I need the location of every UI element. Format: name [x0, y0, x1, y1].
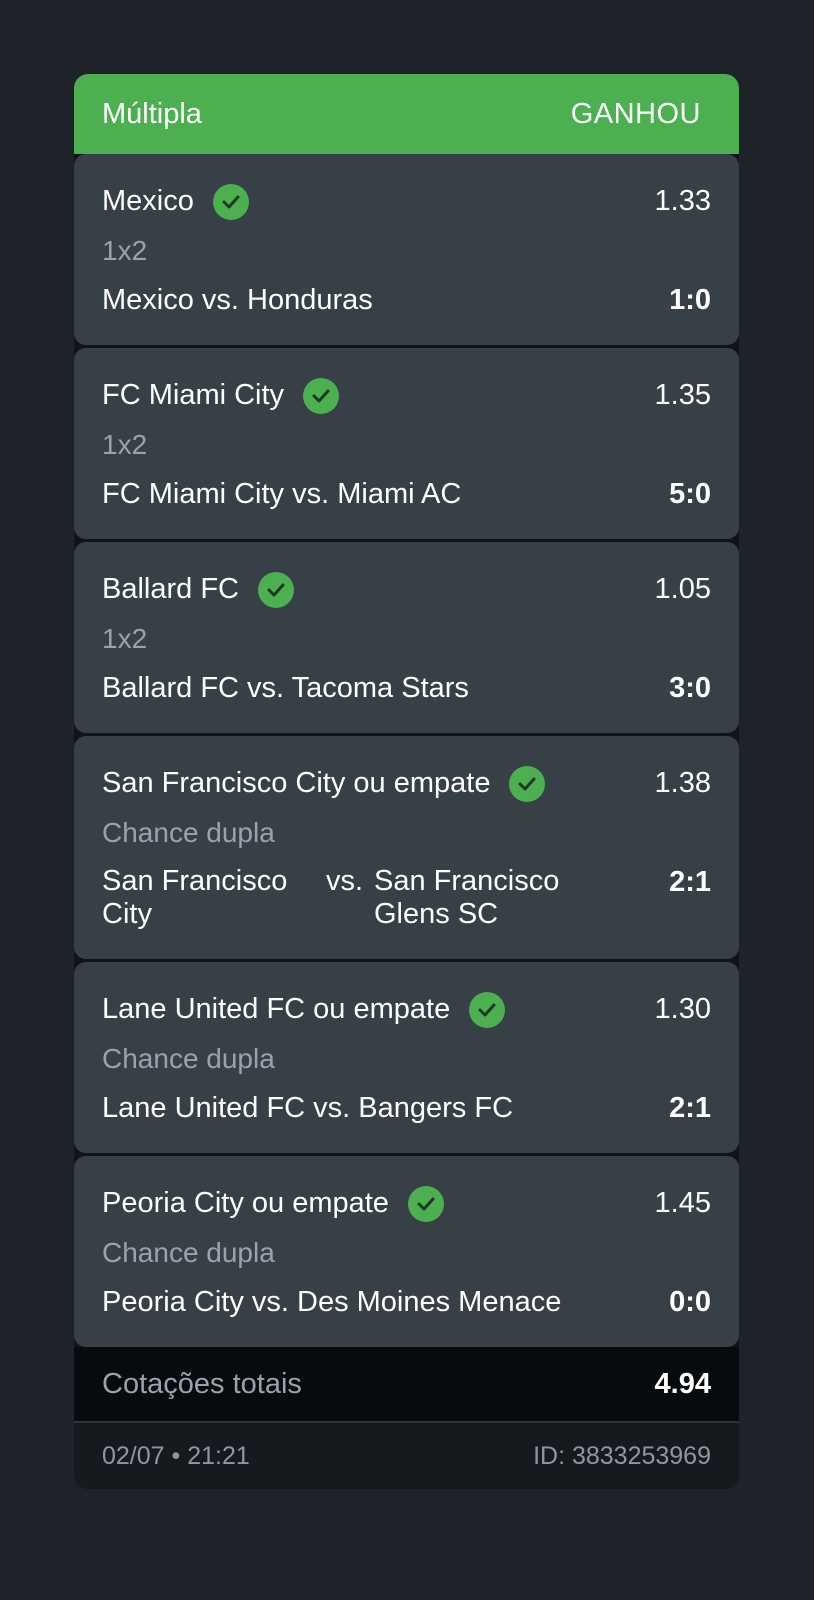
selection-match: Peoria City vs. Des Moines Menace [102, 1286, 562, 1318]
selection-odd: 1.05 [654, 573, 711, 605]
selection-item[interactable]: Peoria City ou empate 1.45 Chance dupla … [74, 1156, 739, 1347]
selection-odd: 1.45 [654, 1187, 711, 1219]
selection-match: Mexico vs. Honduras [102, 284, 373, 316]
selections-list: Mexico 1.33 1x2 Mexico vs. Honduras 1:0 … [74, 154, 739, 1347]
selection-market: 1x2 [102, 235, 148, 266]
selection-score: 3:0 [669, 672, 711, 704]
selection-score: 2:1 [669, 866, 711, 898]
selection-score: 5:0 [669, 478, 711, 510]
selection-market: Chance dupla [102, 1043, 275, 1074]
selection-match: San Francisco City vs. San Francisco Gle… [102, 865, 594, 931]
home-team: San Francisco City [102, 865, 288, 930]
selection-score: 2:1 [669, 1092, 711, 1124]
selection-name: Ballard FC [102, 573, 239, 605]
check-circle-icon [509, 765, 546, 802]
selection-market: Chance dupla [102, 1237, 275, 1268]
check-circle-icon [303, 377, 340, 414]
selection-odd: 1.33 [654, 185, 711, 217]
selection-name: San Francisco City ou empate [102, 767, 491, 799]
selection-name: Lane United FC ou empate [102, 993, 451, 1025]
selection-item[interactable]: San Francisco City ou empate 1.38 Chance… [74, 736, 739, 959]
selection-score: 1:0 [669, 284, 711, 316]
selection-match: Lane United FC vs. Bangers FC [102, 1092, 514, 1124]
selection-odd: 1.35 [654, 379, 711, 411]
away-team: San Francisco Glens SC [374, 865, 560, 930]
check-circle-icon [407, 1185, 444, 1222]
versus-label: vs. [326, 865, 364, 897]
check-circle-icon [258, 571, 294, 608]
selection-score: 0:0 [669, 1286, 711, 1318]
selection-item[interactable]: FC Miami City 1.35 1x2 FC Miami City vs.… [74, 348, 739, 539]
selection-odd: 1.30 [654, 993, 711, 1025]
bet-footer: 02/07 • 21:21 ID: 3833253969 [74, 1423, 739, 1489]
bet-type-title: Múltipla [102, 97, 202, 130]
selection-name: FC Miami City [102, 379, 285, 411]
total-odds-value: 4.94 [654, 1367, 711, 1400]
bet-status-badge: GANHOU [570, 97, 701, 130]
selection-market: 1x2 [102, 429, 148, 460]
check-circle-icon [212, 183, 249, 220]
selection-name: Mexico [102, 185, 194, 217]
total-odds-label: Cotações totais [102, 1367, 302, 1400]
selection-item[interactable]: Ballard FC 1.05 1x2 Ballard FC vs. Tacom… [74, 542, 739, 733]
total-odds-row: Cotações totais 4.94 [74, 1347, 739, 1423]
selection-market: 1x2 [102, 623, 148, 654]
bet-header: Múltipla GANHOU [74, 74, 739, 154]
selection-match: FC Miami City vs. Miami AC [102, 478, 462, 510]
selection-item[interactable]: Lane United FC ou empate 1.30 Chance dup… [74, 962, 739, 1153]
bet-datetime: 02/07 • 21:21 [102, 1441, 250, 1470]
selection-item[interactable]: Mexico 1.33 1x2 Mexico vs. Honduras 1:0 [74, 154, 739, 345]
bet-slip-card: Múltipla GANHOU Mexico 1.33 1x2 Mexico v… [74, 74, 739, 1489]
check-circle-icon [469, 991, 506, 1028]
bet-id: ID: 3833253969 [533, 1441, 711, 1470]
selection-match: Ballard FC vs. Tacoma Stars [102, 672, 469, 704]
selection-market: Chance dupla [102, 817, 275, 848]
selection-name: Peoria City ou empate [102, 1187, 389, 1219]
selection-odd: 1.38 [654, 767, 711, 799]
